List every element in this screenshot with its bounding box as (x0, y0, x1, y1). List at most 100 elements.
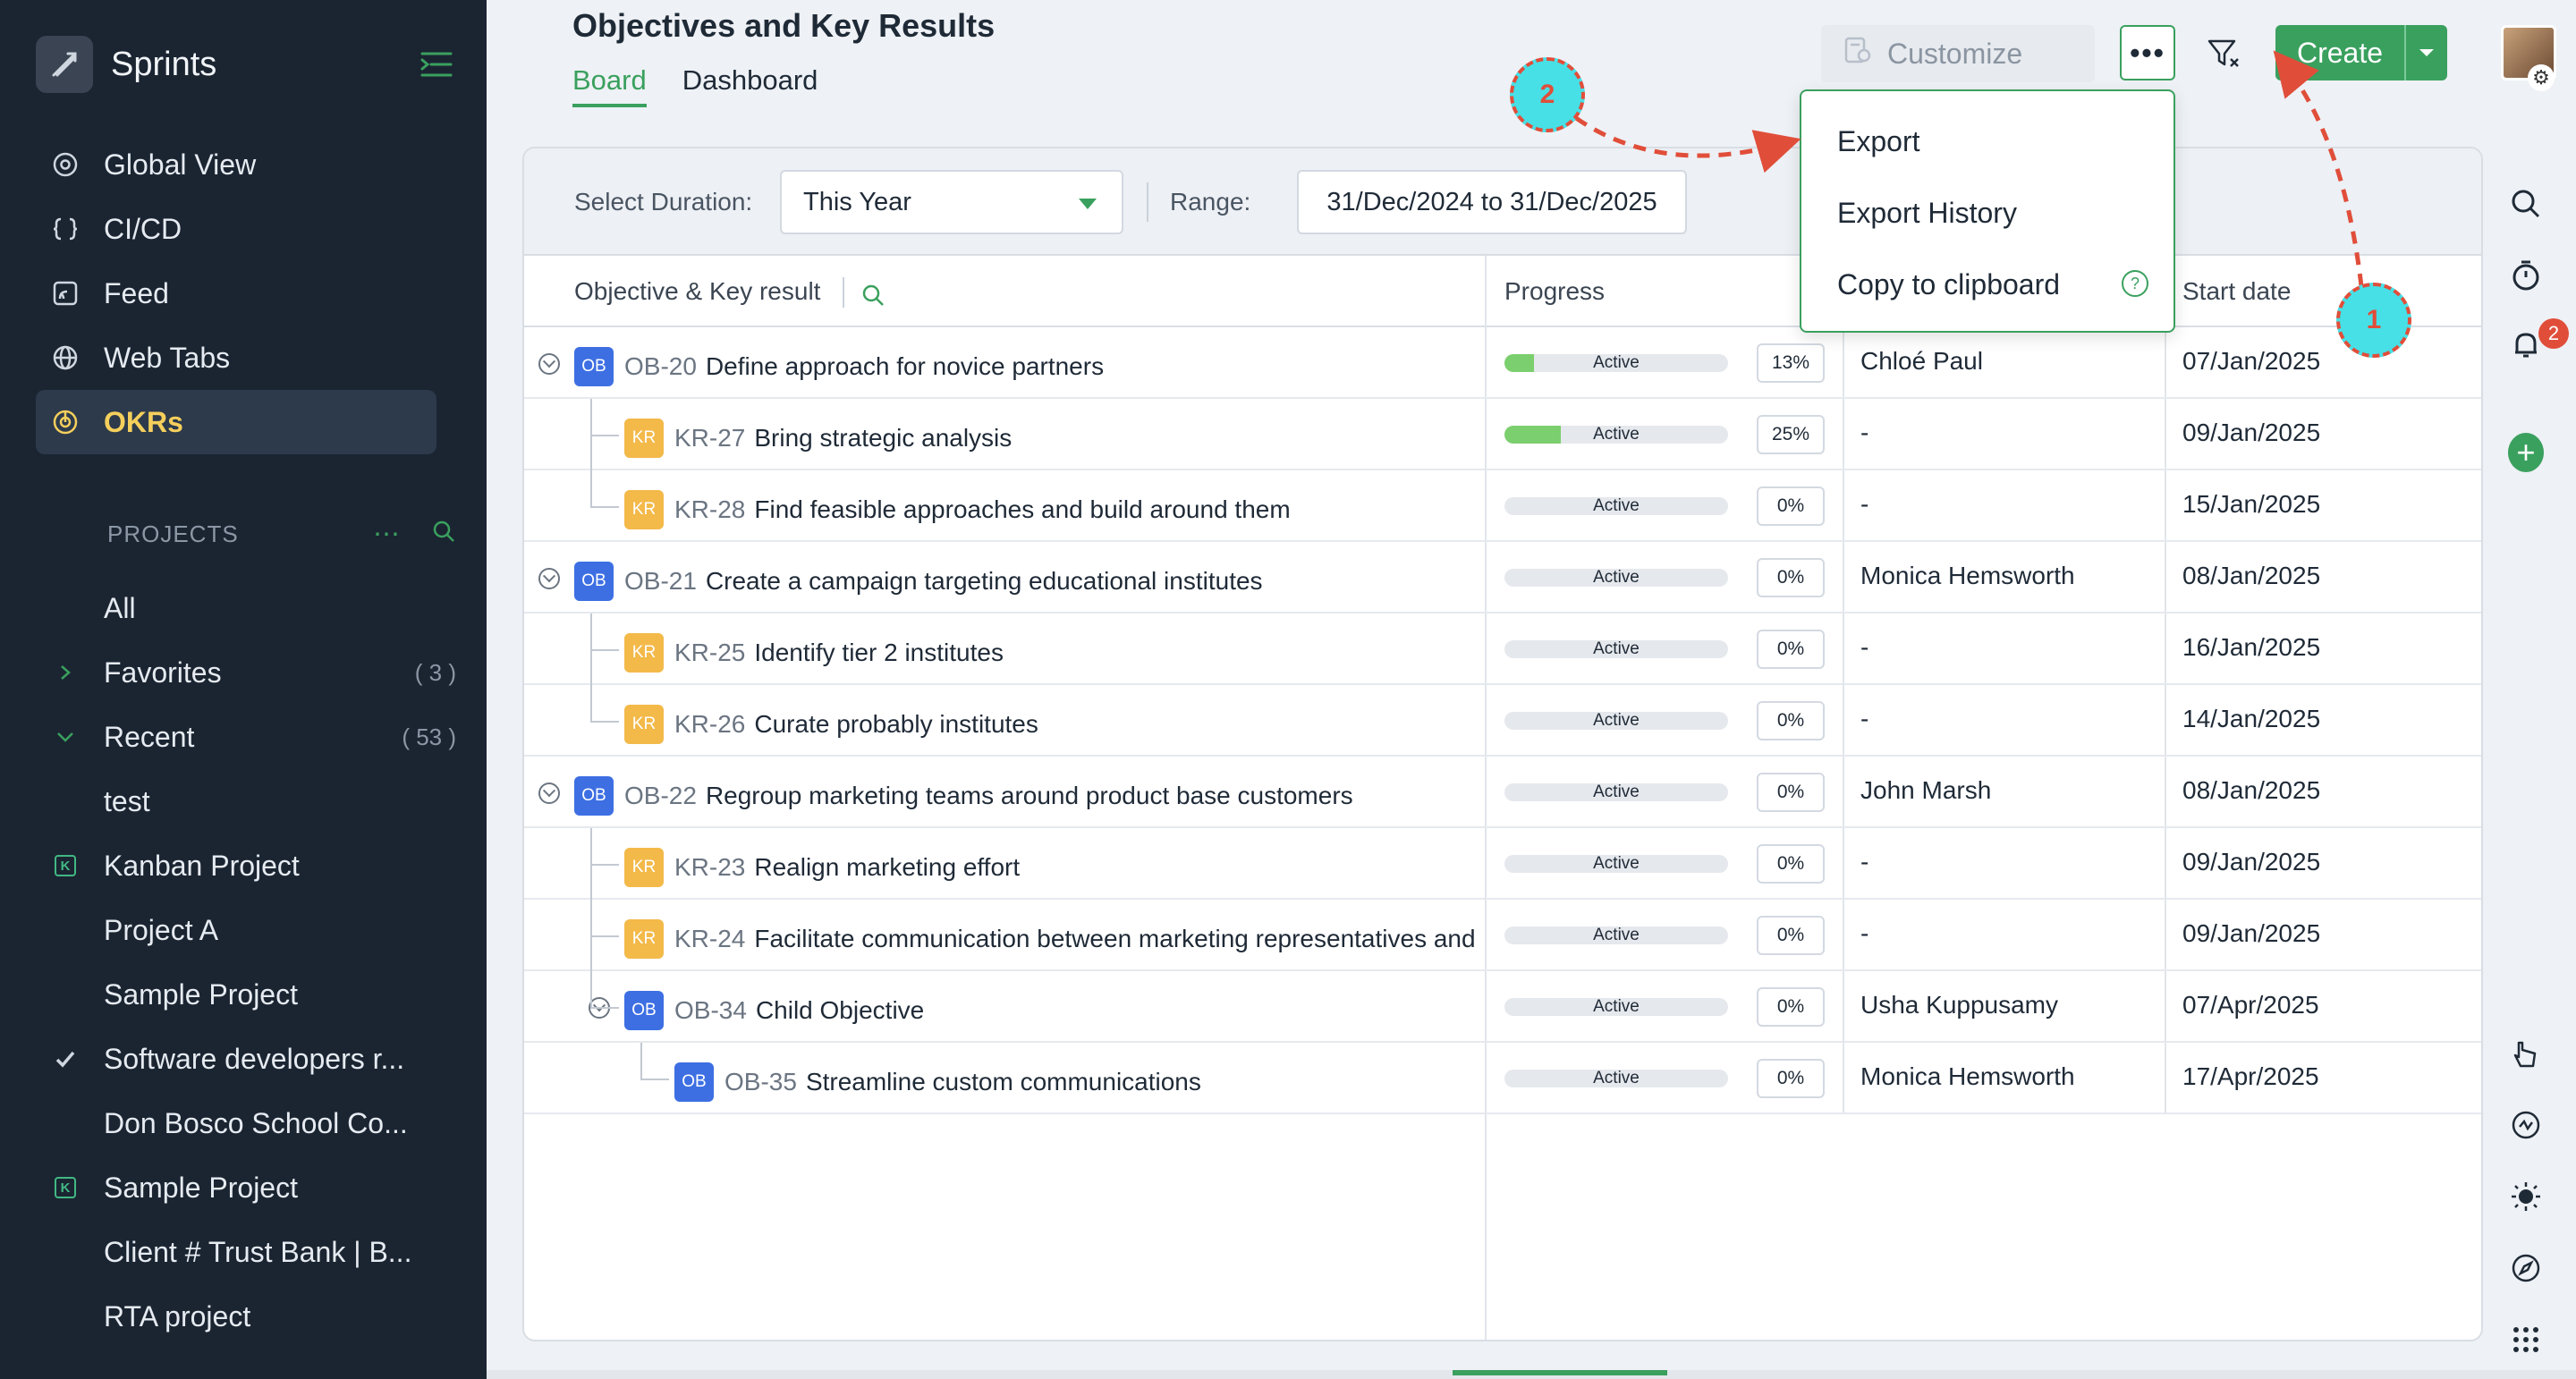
column-start-date[interactable]: Start date (2182, 277, 2291, 306)
status-label: Active (1593, 426, 1640, 444)
chevron-right-icon[interactable] (50, 664, 80, 681)
project-item[interactable]: K Kanban Project (36, 833, 456, 898)
okr-name[interactable]: KR KR-27 Bring strategic analysis (624, 419, 1012, 458)
menu-item-copy-to-clipboard[interactable]: Copy to clipboard (1837, 268, 2060, 301)
create-dropdown-icon[interactable] (2404, 25, 2447, 80)
compass-icon[interactable] (2508, 1250, 2544, 1286)
duration-select[interactable]: This Year (780, 170, 1123, 234)
okr-code[interactable]: KR-24 (674, 925, 745, 953)
okr-title[interactable]: Bring strategic analysis (754, 424, 1012, 453)
okr-code[interactable]: KR-25 (674, 639, 745, 667)
tab-dashboard[interactable]: Dashboard (682, 64, 818, 107)
table-row[interactable]: OB OB-35 Streamline custom communications A… (524, 1043, 2481, 1114)
bell-icon[interactable]: 2 (2508, 318, 2569, 363)
collapse-sidebar-icon[interactable] (419, 47, 454, 82)
okr-title[interactable]: Facilitate communication between marketi… (754, 925, 1483, 953)
help-icon[interactable]: ? (2122, 270, 2148, 297)
create-button[interactable]: Create (2275, 25, 2447, 80)
nav-global-view[interactable]: Global View (36, 132, 436, 197)
okr-title[interactable]: Define approach for novice partners (706, 352, 1104, 381)
sidebar: Sprints Global View CI/CD Feed Web Tabs … (0, 0, 487, 1379)
column-progress[interactable]: Progress (1504, 277, 1605, 306)
project-item[interactable]: Software developers r... (36, 1027, 456, 1091)
add-icon[interactable]: + (2508, 433, 2544, 472)
project-item[interactable]: Project A (36, 898, 456, 962)
okr-title[interactable]: Identify tier 2 institutes (754, 639, 1004, 667)
menu-item-export[interactable]: Export (1837, 125, 1919, 158)
range-field[interactable]: 31/Dec/2024 to 31/Dec/2025 (1297, 170, 1687, 234)
okr-name[interactable]: KR KR-25 Identify tier 2 institutes (624, 633, 1004, 673)
nav-feed[interactable]: Feed (36, 261, 436, 326)
okr-title[interactable]: Create a campaign targeting educational … (706, 567, 1263, 596)
filter-icon[interactable] (2206, 36, 2241, 72)
okr-title[interactable]: Regroup marketing teams around product b… (706, 782, 1353, 810)
project-item-recent[interactable]: Recent ( 53 ) (36, 705, 456, 769)
okr-code[interactable]: KR-23 (674, 853, 745, 882)
okr-name[interactable]: KR KR-24 Facilitate communication between … (624, 919, 1483, 959)
okr-code[interactable]: OB-22 (624, 782, 697, 810)
okr-title[interactable]: Child Objective (756, 996, 924, 1025)
okr-name[interactable]: OB OB-34 Child Objective (624, 991, 924, 1030)
okr-code[interactable]: KR-27 (674, 424, 745, 453)
table-row[interactable]: KR KR-28 Find feasible approaches and buil… (524, 470, 2481, 542)
menu-item-export-history[interactable]: Export History (1837, 197, 2017, 230)
okr-code[interactable]: KR-28 (674, 495, 745, 524)
search-icon[interactable] (2508, 186, 2544, 222)
okr-name[interactable]: KR KR-26 Curate probably institutes (624, 705, 1038, 744)
project-item[interactable]: Sample Project (36, 962, 456, 1027)
column-objective[interactable]: Objective & Key result (574, 277, 820, 306)
table-row[interactable]: KR KR-27 Bring strategic analysis Active 25%… (524, 399, 2481, 470)
okr-name[interactable]: OB OB-20 Define approach for novice partne… (574, 347, 1104, 386)
okr-title[interactable]: Streamline custom communications (806, 1068, 1201, 1096)
okr-code[interactable]: OB-34 (674, 996, 747, 1025)
pointer-hand-icon[interactable] (2508, 1036, 2544, 1071)
pulse-circle-icon[interactable] (2508, 1107, 2544, 1143)
okr-title[interactable]: Realign marketing effort (754, 853, 1020, 882)
timer-icon[interactable] (2508, 258, 2544, 293)
brand[interactable]: Sprints (36, 36, 216, 93)
project-item-all[interactable]: All (36, 576, 456, 640)
okr-code[interactable]: KR-26 (674, 710, 745, 739)
projects-search-icon[interactable] (431, 519, 456, 550)
table-row[interactable]: KR KR-25 Identify tier 2 institutes Active 0… (524, 613, 2481, 685)
nav-ci-cd[interactable]: CI/CD (36, 197, 436, 261)
project-item-favorites[interactable]: Favorites ( 3 ) (36, 640, 456, 705)
project-item[interactable]: Client # Trust Bank | B... (36, 1220, 456, 1284)
kanban-icon: K (55, 855, 76, 876)
project-item[interactable]: RTA project (36, 1284, 456, 1349)
okr-title[interactable]: Curate probably institutes (754, 710, 1038, 739)
okr-name[interactable]: OB OB-35 Streamline custom communications (674, 1062, 1201, 1102)
settings-gear-icon[interactable]: ⚙ (2528, 64, 2555, 91)
column-search-icon[interactable] (860, 283, 886, 308)
project-item[interactable]: K Sample Project (36, 1155, 456, 1220)
more-options-button[interactable]: ••• (2120, 25, 2175, 80)
owner-name: - (1860, 705, 1869, 732)
project-item[interactable]: Don Bosco School Co... (36, 1091, 456, 1155)
bottom-scrollbar[interactable] (487, 1370, 2576, 1379)
nav-web-tabs[interactable]: Web Tabs (36, 326, 436, 390)
web-globe-icon (50, 343, 80, 373)
table-row[interactable]: OB OB-22 Regroup marketing teams around pr… (524, 757, 2481, 828)
theme-sun-icon[interactable] (2508, 1179, 2544, 1214)
okr-code[interactable]: OB-20 (624, 352, 697, 381)
tab-board[interactable]: Board (572, 64, 647, 107)
project-item[interactable]: test (36, 769, 456, 833)
okr-name[interactable]: KR KR-23 Realign marketing effort (624, 848, 1020, 887)
okr-name[interactable]: OB OB-22 Regroup marketing teams around pr… (574, 776, 1353, 816)
projects-more-icon[interactable]: ⋯ (373, 519, 401, 550)
okr-name[interactable]: KR KR-28 Find feasible approaches and buil… (624, 490, 1291, 529)
okr-code[interactable]: OB-21 (624, 567, 697, 596)
okr-name[interactable]: OB OB-21 Create a campaign targeting educa… (574, 562, 1263, 601)
table-row[interactable]: OB OB-34 Child Objective Active 0% Usha Kuppu… (524, 971, 2481, 1043)
table-row[interactable]: KR KR-23 Realign marketing effort Active 0% -… (524, 828, 2481, 900)
apps-grid-icon[interactable] (2508, 1322, 2544, 1358)
table-row[interactable]: KR KR-26 Curate probably institutes Active 0… (524, 685, 2481, 757)
customize-button[interactable]: Customize (1821, 25, 2095, 82)
table-row[interactable]: KR KR-24 Facilitate communication between … (524, 900, 2481, 971)
nav-okrs[interactable]: OKRs (36, 390, 436, 454)
chevron-down-icon[interactable] (50, 727, 80, 747)
okr-title[interactable]: Find feasible approaches and build aroun… (754, 495, 1290, 524)
table-row[interactable]: OB OB-20 Define approach for novice partne… (524, 327, 2481, 399)
table-row[interactable]: OB OB-21 Create a campaign targeting educa… (524, 542, 2481, 613)
okr-code[interactable]: OB-35 (724, 1068, 797, 1096)
